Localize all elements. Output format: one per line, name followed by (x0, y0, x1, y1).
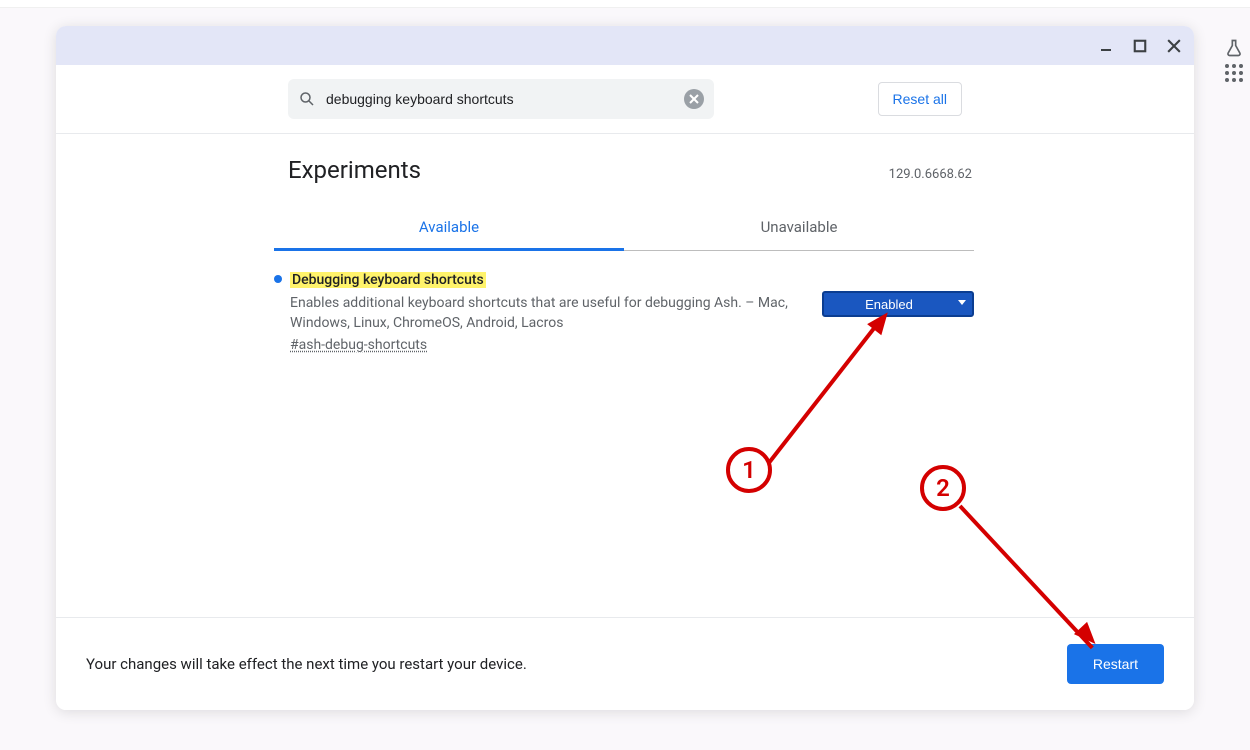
window-minimize-icon[interactable] (1096, 36, 1116, 56)
apps-grid-icon[interactable] (1225, 64, 1243, 82)
footer-bar: Your changes will take effect the next t… (56, 617, 1194, 710)
flag-state-select[interactable]: Enabled (822, 291, 974, 317)
flags-window: Reset all Experiments 129.0.6668.62 Avai… (56, 26, 1194, 710)
flag-title: Debugging keyboard shortcuts (290, 272, 486, 288)
close-icon (689, 94, 699, 104)
browser-top-shelf (0, 0, 1250, 8)
window-close-icon[interactable] (1164, 36, 1184, 56)
browser-right-toolbar (1224, 38, 1244, 82)
search-box[interactable] (288, 79, 714, 119)
window-titlebar (56, 26, 1194, 65)
header-row: Reset all (56, 65, 1194, 134)
page-title: Experiments (288, 156, 421, 184)
content-area: Experiments 129.0.6668.62 Available Unav… (56, 134, 1194, 617)
tab-bar: Available Unavailable (274, 206, 974, 251)
title-row: Experiments 129.0.6668.62 (274, 156, 974, 184)
search-icon (298, 90, 316, 108)
restart-button[interactable]: Restart (1067, 644, 1164, 684)
tab-unavailable[interactable]: Unavailable (624, 206, 974, 251)
flag-item: Debugging keyboard shortcuts Enables add… (274, 269, 974, 353)
footer-message: Your changes will take effect the next t… (86, 655, 527, 673)
clear-search-button[interactable] (684, 89, 704, 109)
tab-available[interactable]: Available (274, 206, 624, 251)
labs-icon[interactable] (1224, 38, 1244, 62)
reset-all-button[interactable]: Reset all (878, 82, 962, 116)
window-maximize-icon[interactable] (1130, 36, 1150, 56)
flag-description: Enables additional keyboard shortcuts th… (290, 294, 802, 333)
search-input[interactable] (326, 91, 674, 107)
version-label: 129.0.6668.62 (889, 167, 972, 182)
modified-indicator-icon (274, 275, 282, 283)
flag-hash-link[interactable]: #ash-debug-shortcuts (290, 337, 427, 353)
